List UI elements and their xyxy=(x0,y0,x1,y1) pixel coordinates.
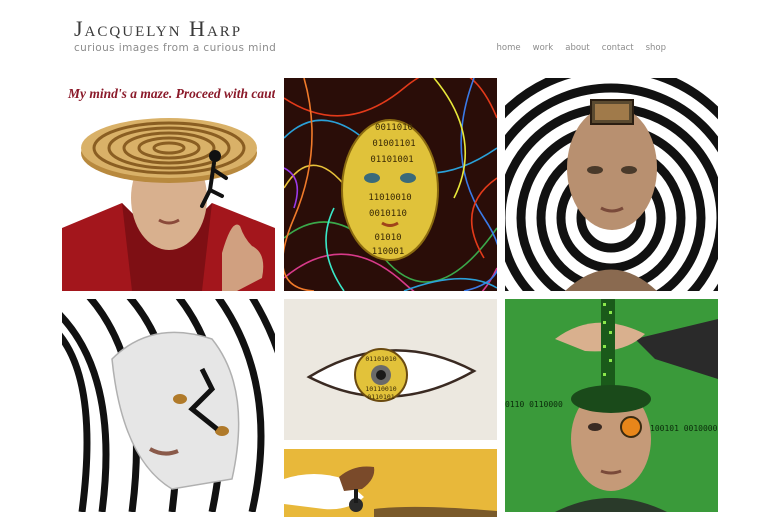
white-face-artwork xyxy=(62,299,275,512)
binary-text-left: 0110 0110000 xyxy=(505,400,563,409)
gallery-tile-yellow-hand[interactable] xyxy=(284,449,497,517)
spiral-head-artwork xyxy=(505,78,718,291)
binary-row: 0011010 xyxy=(375,123,413,133)
nav-contact[interactable]: contact xyxy=(602,43,634,53)
gallery-tile-binary-face[interactable]: 0011010 01001101 01101001 11010010 00101… xyxy=(284,78,497,291)
binary-row: 0010110 xyxy=(369,209,407,219)
binary-face-artwork: 0011010 01001101 01101001 11010010 00101… xyxy=(284,78,497,291)
binary-row: 01001101 xyxy=(372,139,415,149)
gallery-tile-green-circuit[interactable]: 0110 0110000 100101 0010000 xyxy=(505,299,718,512)
site-tagline: curious images from a curious mind xyxy=(74,42,277,54)
binary-row: 01101010 xyxy=(365,355,396,363)
binary-row: 0110101 xyxy=(367,393,394,401)
gallery-tile-white-face[interactable] xyxy=(62,299,275,512)
nav-home[interactable]: home xyxy=(497,43,521,53)
nav-about[interactable]: about xyxy=(565,43,590,53)
green-circuit-artwork: 0110 0110000 100101 0010000 xyxy=(505,299,718,512)
gallery-tile-eye[interactable]: 01101010 10110010 0110101 xyxy=(284,299,497,440)
nav-work[interactable]: work xyxy=(533,43,554,53)
binary-row: 110001 xyxy=(372,247,405,257)
binary-row: 01010 xyxy=(374,233,401,243)
main-nav: home work about contact shop xyxy=(497,43,666,53)
gallery-tile-maze[interactable]: My mind's a maze. Proceed with caution. xyxy=(62,78,275,291)
site-title[interactable]: Jacquelyn Harp xyxy=(74,16,242,42)
gallery-tile-spiral-head[interactable] xyxy=(505,78,718,291)
binary-row: 10110010 xyxy=(365,385,396,393)
maze-caption: My mind's a maze. Proceed with caution. xyxy=(67,86,275,101)
binary-row: 11010010 xyxy=(368,193,411,203)
eye-artwork: 01101010 10110010 0110101 xyxy=(284,299,497,440)
nav-shop[interactable]: shop xyxy=(646,43,666,53)
yellow-hand-artwork xyxy=(284,449,497,517)
maze-artwork: My mind's a maze. Proceed with caution. xyxy=(62,78,275,291)
binary-row: 01101001 xyxy=(370,155,413,165)
binary-text-right: 100101 0010000 xyxy=(650,424,718,433)
